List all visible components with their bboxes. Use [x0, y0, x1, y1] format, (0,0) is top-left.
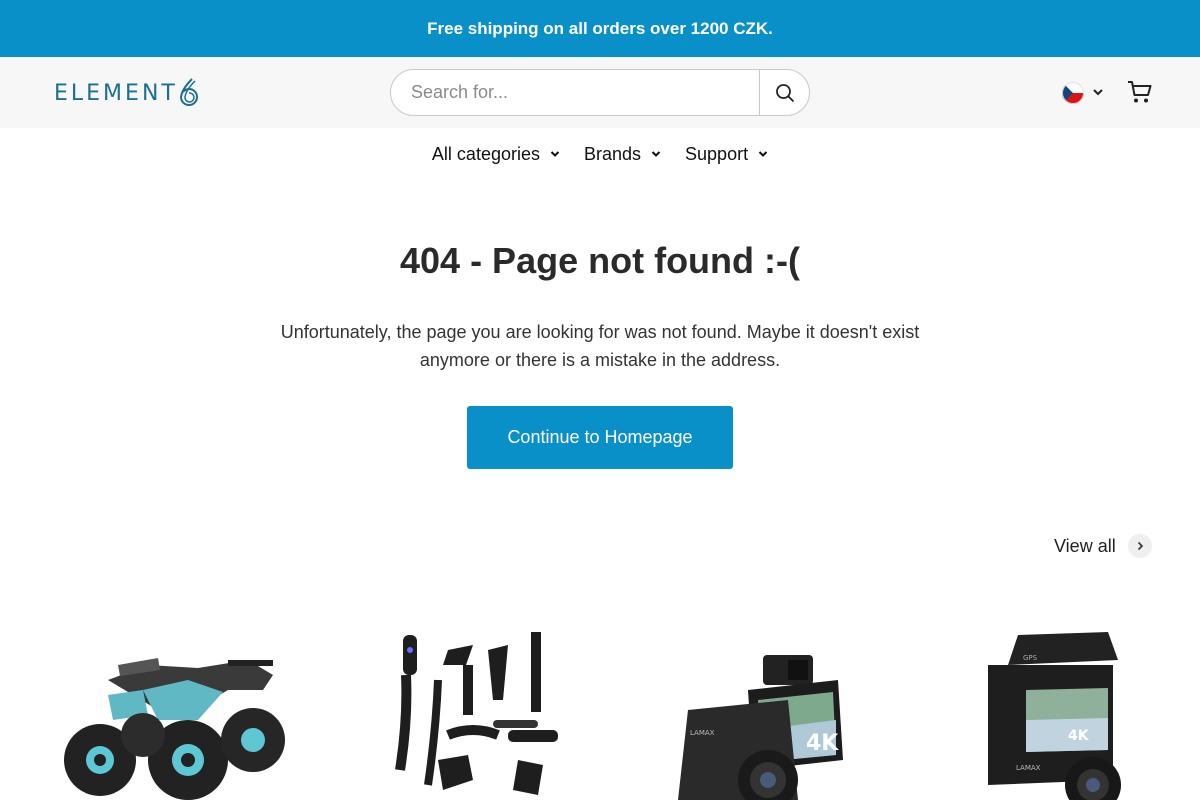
product-card[interactable]: GPS 4K LAMAX: [908, 620, 1166, 800]
header: ELEMENT: [0, 57, 1200, 128]
quad-atv-image: [64, 658, 285, 800]
logo-six-icon: [179, 78, 198, 106]
main-nav: All categories Brands Support: [0, 138, 1200, 170]
dashcam-4k-gps-image: GPS 4K LAMAX: [988, 632, 1121, 800]
page-title: 404 - Page not found :-(: [400, 240, 800, 281]
nav-item-label: All categories: [431, 143, 540, 164]
search-icon: [775, 83, 794, 102]
cart-button[interactable]: [1127, 79, 1153, 109]
error-description: Unfortunately, the page you are looking …: [280, 322, 920, 370]
chevron-down-icon: [651, 151, 661, 157]
cart-icon: [1128, 81, 1152, 103]
product-card[interactable]: 4K LAMAX: [638, 620, 896, 800]
announcement-bar: Free shipping on all orders over 1200 CZ…: [0, 0, 1200, 57]
svg-text:LAMAX: LAMAX: [1016, 764, 1041, 772]
search-bar: [390, 69, 810, 116]
nav-brands[interactable]: Brands: [584, 138, 661, 170]
svg-text:LAMAX: LAMAX: [690, 729, 715, 737]
svg-text:4K: 4K: [806, 731, 839, 756]
view-all-label: View all: [1054, 535, 1116, 556]
logo[interactable]: ELEMENT: [54, 76, 204, 110]
svg-text:GPS: GPS: [1023, 654, 1038, 662]
dashcam-4k-image: 4K LAMAX: [678, 655, 843, 800]
svg-text:4K: 4K: [1068, 728, 1090, 744]
nav-item-label: Brands: [583, 143, 642, 164]
product-card[interactable]: [348, 620, 606, 800]
chevron-down-icon[interactable]: [1092, 86, 1104, 98]
chevron-down-icon: [758, 151, 768, 157]
logo-text: ELEMENT: [54, 80, 178, 106]
search-input[interactable]: [391, 70, 759, 115]
product-grid: 4K LAMAX GPS 4K LAMAX: [48, 620, 1158, 800]
chevron-right-icon: [1127, 534, 1152, 558]
nav-all-categories[interactable]: All categories: [432, 138, 560, 170]
chevron-down-icon: [550, 151, 560, 157]
nav-support[interactable]: Support: [685, 138, 768, 170]
announcement-text: Free shipping on all orders over 1200 CZ…: [427, 18, 773, 38]
czech-flag-icon[interactable]: [1062, 82, 1084, 104]
view-all-link[interactable]: View all: [1054, 534, 1152, 558]
search-button[interactable]: [759, 70, 809, 115]
vacuum-accessories-image: [395, 632, 558, 795]
continue-homepage-button[interactable]: Continue to Homepage: [467, 406, 733, 469]
nav-item-label: Support: [685, 143, 749, 164]
product-card[interactable]: [48, 620, 306, 800]
